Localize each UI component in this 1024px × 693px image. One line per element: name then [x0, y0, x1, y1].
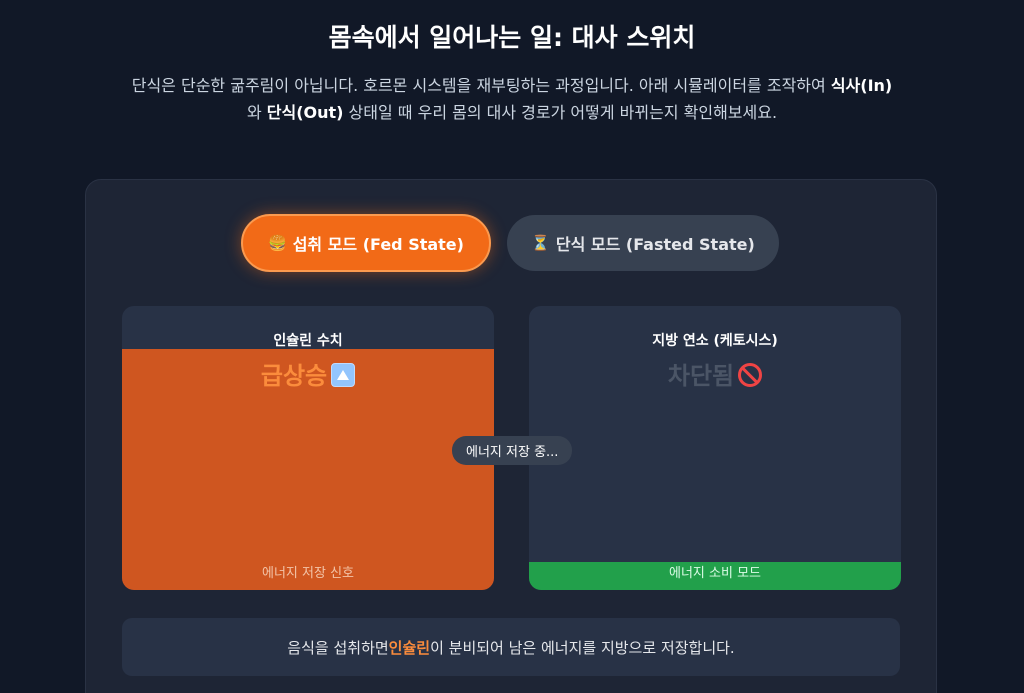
- fed-mode-button[interactable]: 🍔 섭취 모드 (Fed State): [241, 214, 491, 272]
- fat-burn-status-text: 차단됨: [667, 362, 735, 390]
- hourglass-icon: ⏳: [531, 234, 550, 252]
- prohibited-icon: [738, 363, 763, 387]
- energy-flow-badge: 에너지 저장 중...: [452, 436, 573, 465]
- simulator-card: 🍔 섭취 모드 (Fed State) ⏳ 단식 모드 (Fasted Stat…: [85, 179, 937, 693]
- page-title: 몸속에서 일어나는 일: 대사 스위치: [328, 23, 696, 52]
- fasted-mode-label: 단식 모드 (Fasted State): [555, 235, 755, 254]
- insulin-panel: 인슐린 수치 급상승 에너지 저장 신호: [122, 306, 494, 590]
- burger-icon: 🍔: [268, 234, 287, 252]
- up-arrow-icon: [331, 363, 356, 387]
- insulin-panel-footer: 에너지 저장 신호: [262, 566, 354, 581]
- fed-mode-label: 섭취 모드 (Fed State): [292, 235, 464, 254]
- fat-burn-status: 차단됨: [529, 356, 901, 391]
- intro-text: 단식은 단순한 굶주림이 아닙니다. 호르몬 시스템을 재부팅하는 과정입니다.…: [131, 76, 893, 122]
- note-highlight: 인슐린: [388, 638, 431, 657]
- fat-burn-panel: 지방 연소 (케토시스) 차단됨 에너지 소비 모드: [529, 306, 901, 590]
- insulin-status-text: 급상승: [260, 362, 328, 390]
- explanation-note: 음식을 섭취하면 인슐린 이 분비되어 남은 에너지를 지방으로 저장합니다.: [122, 618, 900, 676]
- fat-burn-panel-footer: 에너지 소비 모드: [669, 566, 761, 581]
- insulin-panel-title: 인슐린 수치: [273, 333, 343, 349]
- fat-burn-panel-title: 지방 연소 (케토시스): [652, 333, 778, 349]
- fasted-mode-button[interactable]: ⏳ 단식 모드 (Fasted State): [507, 215, 779, 271]
- intro-bold-in: 식사(In): [830, 76, 893, 95]
- insulin-status: 급상승: [122, 356, 494, 391]
- intro-line1: 단식은 단순한 굶주림이 아닙니다. 호르몬 시스템을 재부팅하는 과정입니다.…: [131, 76, 812, 95]
- intro-bold-out: 단식(Out): [266, 103, 344, 122]
